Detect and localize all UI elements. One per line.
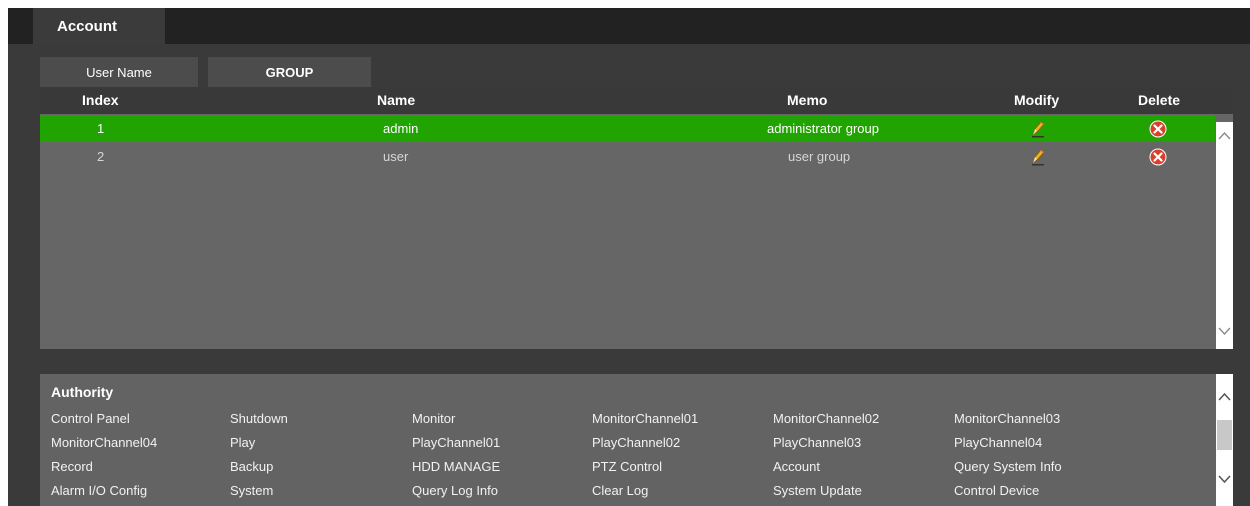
authority-item: PlayChannel02	[592, 435, 681, 450]
row-memo: user group	[788, 149, 851, 164]
table-row[interactable]: 2 user user group	[40, 143, 1215, 170]
authority-item: PlayChannel01	[412, 435, 501, 450]
row-memo: administrator group	[767, 121, 879, 136]
row-index: 1	[97, 121, 105, 136]
row-index: 2	[97, 149, 105, 164]
delete-x-icon[interactable]	[1149, 148, 1167, 166]
authority-item: Backup	[230, 459, 274, 474]
delete-x-icon[interactable]	[1149, 120, 1167, 138]
authority-item: Shutdown	[230, 411, 288, 426]
scroll-up-icon[interactable]	[1216, 127, 1233, 145]
column-header-delete: Delete	[1138, 92, 1181, 108]
pencil-icon[interactable]	[1029, 120, 1047, 138]
authority-panel: Authority Control Panel Shutdown Monitor…	[40, 374, 1233, 506]
authority-scrollbar[interactable]	[1216, 374, 1233, 506]
authority-item: Play	[230, 435, 256, 450]
authority-item: MonitorChannel02	[773, 411, 880, 426]
scroll-down-icon[interactable]	[1216, 470, 1233, 488]
account-window: Account User Name GROUP Index Name Memo …	[8, 8, 1250, 506]
row-name: admin	[383, 121, 419, 136]
column-header-name: Name	[377, 92, 416, 108]
subtab-group[interactable]: GROUP	[208, 57, 371, 87]
authority-item: PlayChannel04	[954, 435, 1043, 450]
column-header-index: Index	[82, 92, 119, 108]
authority-item: HDD MANAGE	[412, 459, 501, 474]
authority-item: Account	[773, 459, 820, 474]
authority-item: MonitorChannel01	[592, 411, 699, 426]
authority-item: Monitor	[412, 411, 456, 426]
authority-item: PlayChannel03	[773, 435, 862, 450]
authority-item: Control Device	[954, 483, 1040, 498]
authority-item: MonitorChannel04	[51, 435, 158, 450]
column-header-memo: Memo	[787, 92, 828, 108]
scroll-thumb[interactable]	[1217, 420, 1232, 450]
authority-item: Clear Log	[592, 483, 649, 498]
authority-item: MonitorChannel03	[954, 411, 1061, 426]
top-tab-bar: Account	[8, 8, 1250, 44]
authority-item: System Update	[773, 483, 862, 498]
table-header: Index Name Memo Modify Delete	[40, 87, 1233, 114]
authority-item: PTZ Control	[592, 459, 663, 474]
subtab-user-name[interactable]: User Name	[40, 57, 198, 87]
authority-title: Authority	[51, 384, 114, 400]
row-name: user	[383, 149, 409, 164]
tab-account[interactable]: Account	[33, 8, 165, 44]
authority-item: Query Log Info	[412, 483, 498, 498]
table-scrollbar[interactable]	[1216, 122, 1233, 349]
group-table: Index Name Memo Modify Delete 1 admin ad…	[40, 87, 1233, 349]
authority-item: Alarm I/O Config	[51, 483, 148, 498]
pencil-icon[interactable]	[1029, 148, 1047, 166]
column-header-modify: Modify	[1014, 92, 1060, 108]
table-row[interactable]: 1 admin administrator group	[40, 115, 1215, 142]
authority-item: System	[230, 483, 274, 498]
scroll-up-icon[interactable]	[1216, 388, 1233, 406]
scroll-down-icon[interactable]	[1216, 322, 1233, 340]
authority-item: Control Panel	[51, 411, 130, 426]
authority-item: Record	[51, 459, 93, 474]
authority-item: Query System Info	[954, 459, 1062, 474]
